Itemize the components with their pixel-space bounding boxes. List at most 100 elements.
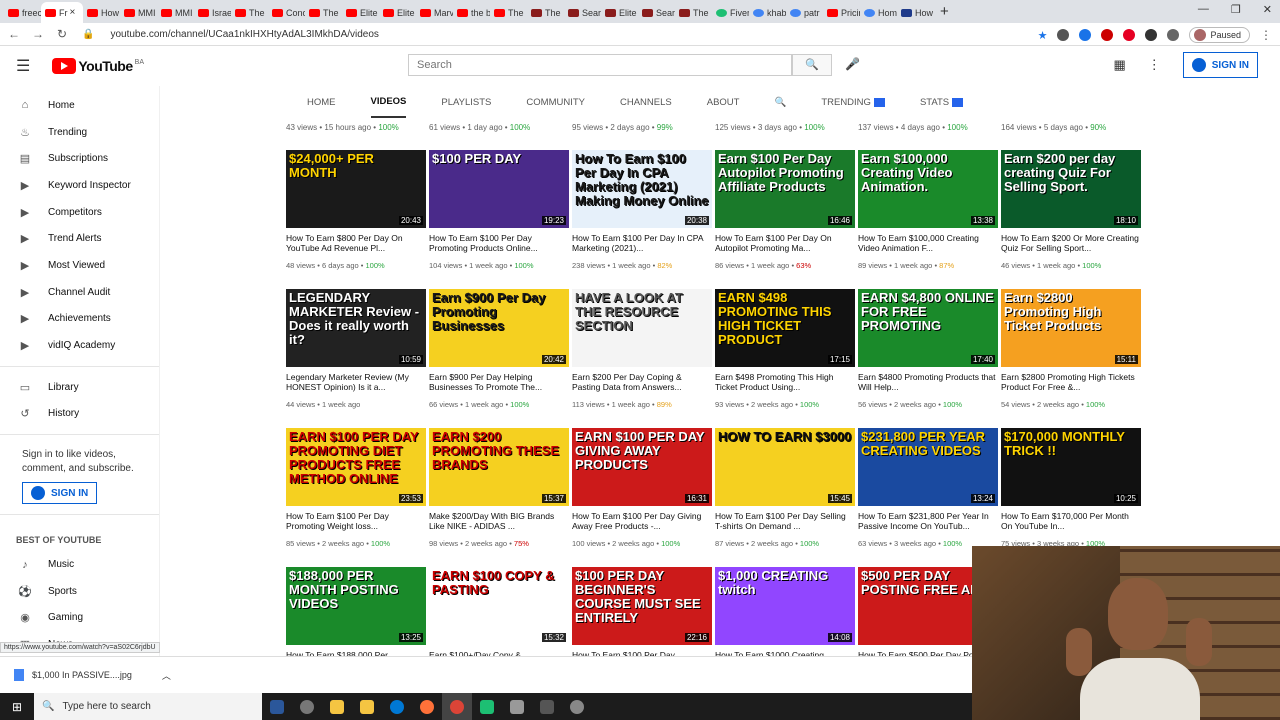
video-title[interactable]: How To Earn $170,000 Per Month On YouTub… [1001,511,1141,531]
video-card[interactable]: EARN $498 PROMOTING THIS HIGH TICKET PRO… [715,289,855,409]
video-title[interactable]: Earn $2800 Promoting High Tickets Produc… [1001,372,1141,392]
search-input[interactable] [408,54,792,76]
taskbar-app-store[interactable] [352,693,382,720]
browser-tab[interactable]: Fiver [712,2,749,23]
close-icon[interactable]: × [70,7,76,18]
windows-start-icon[interactable]: ⊞ [0,700,34,714]
url-field[interactable]: youtube.com/channel/UCaa1nkIHXHtyAdAL3IM… [110,29,378,40]
taskbar-app[interactable] [292,693,322,720]
browser-tab[interactable]: MMI [157,2,194,23]
extension-icon[interactable] [1057,29,1070,41]
video-thumbnail[interactable]: EARN $100 PER DAY GIVING AWAY PRODUCTS 16… [572,428,712,506]
video-card[interactable]: $24,000+ PER MONTH 20:43 How To Earn $800 … [286,150,426,270]
sidebar-item[interactable]: ▶ Achievements [0,306,159,333]
taskbar-app-edge[interactable] [382,693,412,720]
video-title[interactable]: How To Earn $100 Per Day In CPA Marketin… [572,233,712,253]
tab-home[interactable]: HOME [307,86,336,118]
taskbar-app-explorer[interactable] [322,693,352,720]
extension-icon[interactable] [1145,29,1158,41]
video-card[interactable]: Earn $100 Per Day Autopilot Promoting Af… [715,150,855,270]
video-title[interactable]: How To Earn $200 Or More Creating Quiz F… [1001,233,1141,253]
browser-tab[interactable]: Hom [860,2,897,23]
video-card[interactable]: Earn $900 Per Day Promoting Businesses 20… [429,289,569,409]
browser-tab[interactable]: Israe [194,2,231,23]
sidebar-item[interactable]: ⚽ Sports [0,578,159,605]
sidebar-sign-in-button[interactable]: SIGN IN [22,482,98,505]
settings-dots-icon[interactable]: ⋮ [1148,57,1161,73]
video-card[interactable]: EARN $4,800 ONLINE FOR FREE PROMOTING 17:… [858,289,998,409]
minimize-icon[interactable]: — [1198,3,1209,16]
sidebar-item[interactable]: ♨ Trending [0,119,159,146]
video-thumbnail[interactable]: $231,800 PER YEAR CREATING VIDEOS 13:24 [858,428,998,506]
browser-tab[interactable]: The [527,2,564,23]
browser-tab[interactable]: Elite [601,2,638,23]
browser-tab[interactable]: MMI [120,2,157,23]
video-card[interactable]: LEGENDARY MARKETER Review - Does it real… [286,289,426,409]
taskbar-app[interactable] [562,693,592,720]
taskbar-app[interactable] [502,693,532,720]
video-title[interactable]: How To Earn $800 Per Day On YouTube Ad R… [286,233,426,253]
sidebar-item[interactable]: ▤ Subscriptions [0,145,159,172]
browser-tab[interactable]: khab [749,2,786,23]
video-card[interactable]: Earn $200 per day creating Quiz For Sell… [1001,150,1141,270]
tab-playlists[interactable]: PLAYLISTS [441,86,491,118]
browser-tab[interactable]: Sear [564,2,601,23]
sidebar-item[interactable]: ▶ Channel Audit [0,279,159,306]
forward-icon[interactable]: → [28,27,48,41]
sidebar-item[interactable]: ▶ Trend Alerts [0,225,159,252]
video-title[interactable]: How To Earn $100 Per Day Promoting Weigh… [286,511,426,531]
browser-tab[interactable]: The [675,2,712,23]
taskbar-app-word[interactable] [262,693,292,720]
video-card[interactable]: How To Earn $100 Per Day In CPA Marketin… [572,150,712,270]
browser-tab[interactable]: Fr × [41,2,83,23]
video-thumbnail[interactable]: EARN $498 PROMOTING THIS HIGH TICKET PRO… [715,289,855,367]
video-title[interactable]: How To Earn $100 Per Day Promoting Produ… [429,233,569,253]
video-title[interactable]: Earn $498 Promoting This High Ticket Pro… [715,372,855,392]
search-button[interactable]: 🔍 [792,54,832,76]
video-title[interactable]: Make $200/Day With BIG Brands Like NIKE … [429,511,569,531]
sidebar-item[interactable]: ◉ Gaming [0,605,159,632]
video-thumbnail[interactable]: Earn $200 per day creating Quiz For Sell… [1001,150,1141,228]
video-card[interactable]: Earn $2800 Promoting High Ticket Product… [1001,289,1141,409]
browser-tab[interactable]: Elite [342,2,379,23]
hamburger-menu-icon[interactable]: ☰ [16,56,30,76]
video-thumbnail[interactable]: Earn $900 Per Day Promoting Businesses 20… [429,289,569,367]
sidebar-item[interactable]: ♪ Music [0,551,159,578]
tab-trending[interactable]: TRENDING [821,86,885,118]
new-tab-button[interactable]: + [940,3,949,20]
channel-search-icon[interactable]: 🔍 [774,86,786,118]
video-thumbnail[interactable]: Earn $100,000 Creating Video Animation. 1… [858,150,998,228]
video-thumbnail[interactable]: How To Earn $100 Per Day In CPA Marketin… [572,150,712,228]
video-card[interactable]: $100 PER DAY 19:23 How To Earn $100 Per Da… [429,150,569,270]
tab-stats[interactable]: STATS [920,86,964,118]
download-filename[interactable]: $1,000 In PASSIVE....jpg [32,670,132,680]
video-thumbnail[interactable]: EARN $4,800 ONLINE FOR FREE PROMOTING 17:… [858,289,998,367]
video-card[interactable]: $188,000 PER MONTH POSTING VIDEOS 13:25 Ho… [286,567,426,670]
taskbar-app-calculator[interactable] [532,693,562,720]
video-thumbnail[interactable]: EARN $100 COPY & PASTING 15:32 [429,567,569,645]
video-thumbnail[interactable]: $188,000 PER MONTH POSTING VIDEOS 13:25 [286,567,426,645]
tab-videos[interactable]: VIDEOS [370,86,407,118]
puzzle-icon[interactable] [1167,29,1180,41]
video-thumbnail[interactable]: EARN $100 PER DAY PROMOTING DIET PRODUCT… [286,428,426,506]
video-title[interactable]: Earn $4800 Promoting Products that Will … [858,372,998,392]
browser-tab[interactable]: The [305,2,342,23]
video-card[interactable]: HOW TO EARN $3000 15:45 How To Earn $100 P… [715,428,855,548]
tab-about[interactable]: ABOUT [707,86,740,118]
sidebar-item[interactable]: ▶ Competitors [0,199,159,226]
video-thumbnail[interactable]: HOW TO EARN $3000 15:45 [715,428,855,506]
video-card[interactable]: EARN $100 PER DAY GIVING AWAY PRODUCTS 16… [572,428,712,548]
extension-icon[interactable] [1079,29,1092,41]
browser-tab[interactable]: Marv [416,2,453,23]
tab-channels[interactable]: CHANNELS [620,86,672,118]
video-thumbnail[interactable]: LEGENDARY MARKETER Review - Does it real… [286,289,426,367]
sidebar-item[interactable]: ↺ History [0,401,159,428]
browser-tab[interactable]: How [83,2,120,23]
video-card[interactable]: EARN $100 COPY & PASTING 15:32 Earn $100+/… [429,567,569,670]
video-thumbnail[interactable]: $100 PER DAY BEGINNER'S COURSE MUST SEE … [572,567,712,645]
profile-paused-button[interactable]: Paused [1189,27,1250,43]
taskbar-search[interactable]: 🔍 Type here to search [34,693,262,720]
video-title[interactable]: How To Earn $100 Per Day Giving Away Fre… [572,511,712,531]
video-card[interactable]: $100 PER DAY BEGINNER'S COURSE MUST SEE … [572,567,712,670]
sidebar-item[interactable]: ▭ Library [0,374,159,401]
